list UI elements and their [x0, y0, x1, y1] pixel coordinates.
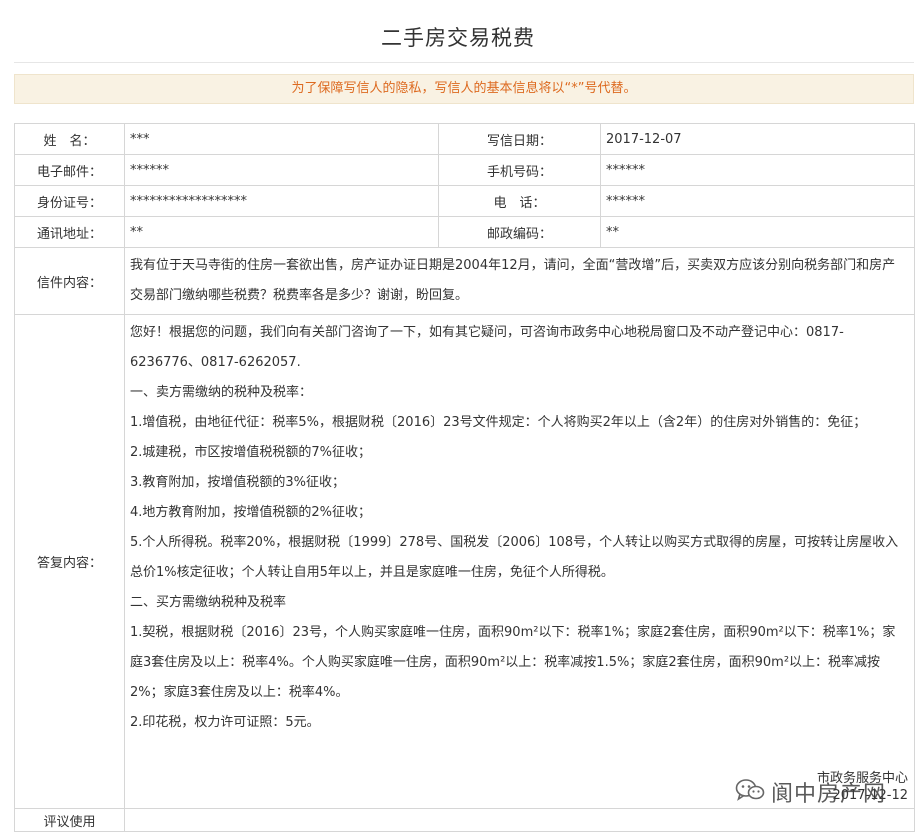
page-title: 二手房交易税费	[381, 26, 535, 50]
reply-paragraph: 2.城建税，市区按增值税税额的7%征收；	[130, 445, 372, 460]
table-row: 电子邮件： ****** 手机号码： ******	[14, 154, 915, 186]
name-value: ***	[124, 123, 439, 155]
reply-paragraph: 1.契税，根据财税〔2016〕23号，个人购买家庭唯一住房，面积90m²以下：税…	[130, 625, 896, 700]
reply-label: 答复内容：	[14, 314, 125, 809]
address-label: 通讯地址：	[14, 216, 125, 248]
postcode-value: **	[600, 216, 915, 248]
reply-paragraph: 您好！根据您的问题，我们向有关部门咨询了一下，如有其它疑问，可咨询市政务中心地税…	[130, 325, 844, 370]
reply-paragraph: 二、买方需缴纳税种及税率	[130, 595, 287, 610]
phone-value: ******	[600, 185, 915, 217]
evaluation-value	[124, 808, 915, 832]
letter-label: 信件内容：	[14, 247, 125, 315]
title-divider	[14, 62, 914, 63]
name-label: 姓 名：	[14, 123, 125, 155]
postcode-label: 邮政编码：	[438, 216, 601, 248]
table-row: 答复内容： 您好！根据您的问题，我们向有关部门咨询了一下，如有其它疑问，可咨询市…	[14, 314, 915, 809]
letter-table: 姓 名： *** 写信日期： 2017-12-07 电子邮件： ****** 手…	[14, 123, 915, 832]
reply-paragraph: 5.个人所得税。税率20%，根据财税〔1999〕278号、国税发〔2006〕10…	[130, 535, 899, 580]
wechat-icon	[735, 778, 765, 806]
email-label: 电子邮件：	[14, 154, 125, 186]
table-row: 身份证号： ****************** 电 话： ******	[14, 185, 915, 217]
address-value: **	[124, 216, 439, 248]
date-value: 2017-12-07	[600, 123, 915, 155]
phone-label: 电 话：	[438, 185, 601, 217]
reply-paragraph: 1.增值税，由地征代征：税率5%，根据财税〔2016〕23号文件规定：个人将购买…	[130, 415, 867, 430]
table-row: 信件内容： 我有位于天马寺街的住房一套欲出售，房产证办证日期是2004年12月，…	[14, 247, 915, 315]
mobile-label: 手机号码：	[438, 154, 601, 186]
table-row: 评议使用	[14, 808, 915, 832]
reply-content: 您好！根据您的问题，我们向有关部门咨询了一下，如有其它疑问，可咨询市政务中心地税…	[124, 314, 915, 809]
watermark: 阆中房产网	[735, 777, 886, 807]
table-row: 通讯地址： ** 邮政编码： **	[14, 216, 915, 248]
table-row: 姓 名： *** 写信日期： 2017-12-07	[14, 123, 915, 155]
mobile-value: ******	[600, 154, 915, 186]
date-label: 写信日期：	[438, 123, 601, 155]
privacy-notice: 为了保障写信人的隐私，写信人的基本信息将以“*”号代替。	[14, 74, 914, 104]
reply-paragraph: 3.教育附加，按增值税额的3%征收；	[130, 475, 346, 490]
watermark-text: 阆中房产网	[771, 782, 887, 807]
reply-paragraph: 一、卖方需缴纳的税种及税率：	[130, 385, 313, 400]
id-value: ******************	[124, 185, 439, 217]
reply-paragraph: 2.印花税，权力许可证照：5元。	[130, 715, 320, 730]
id-label: 身份证号：	[14, 185, 125, 217]
evaluation-label: 评议使用	[14, 808, 125, 832]
reply-paragraph: 4.地方教育附加，按增值税额的2%征收；	[130, 505, 372, 520]
email-value: ******	[124, 154, 439, 186]
letter-content: 我有位于天马寺街的住房一套欲出售，房产证办证日期是2004年12月，请问，全面“…	[124, 247, 915, 315]
